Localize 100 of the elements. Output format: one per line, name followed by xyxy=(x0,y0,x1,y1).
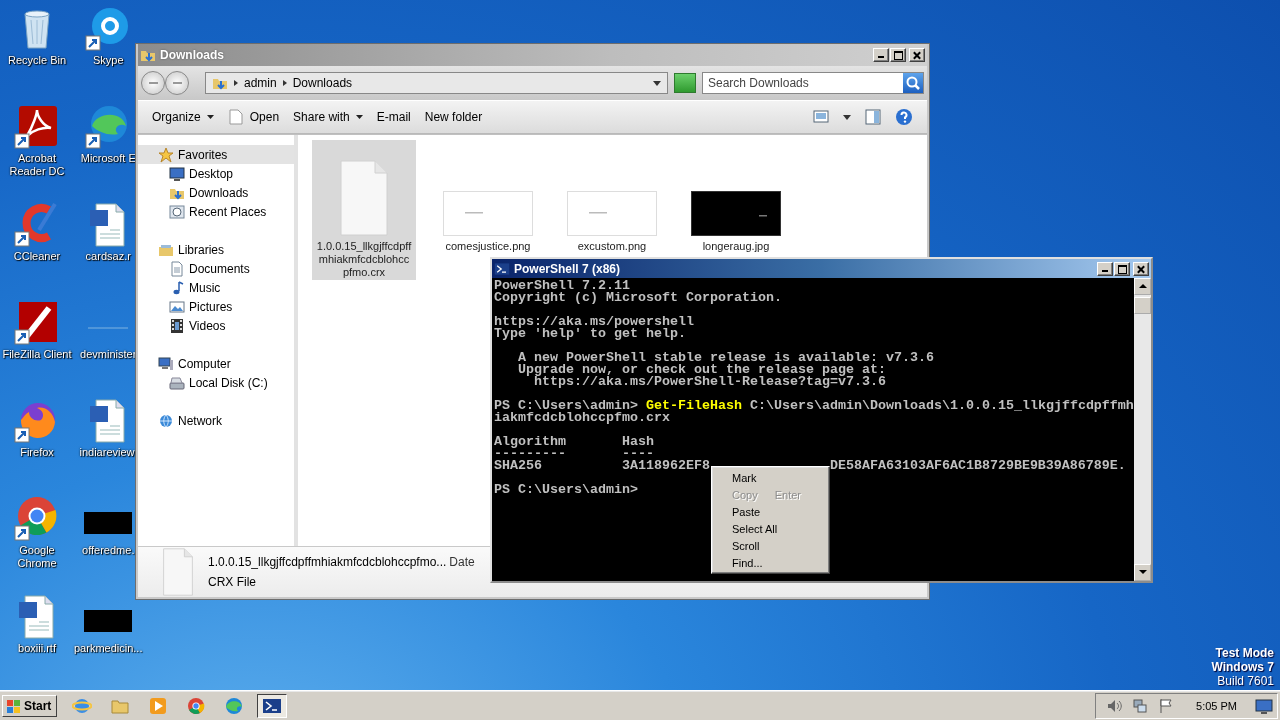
icon-label[interactable]: Google Chrome xyxy=(1,544,73,570)
back-button[interactable] xyxy=(141,71,165,95)
forward-button[interactable] xyxy=(165,71,189,95)
file-name: 1.0.0.15_llkgjffcdpffmhiakmfcdcblohccpfmo... xyxy=(208,555,447,569)
icon-label[interactable]: Skype xyxy=(92,54,124,67)
icon-label[interactable]: cardsaz.r xyxy=(85,250,131,263)
breadcrumb-item[interactable]: Downloads xyxy=(292,76,353,90)
toolbar-button[interactable]: Open xyxy=(221,106,286,128)
nav-item[interactable]: Favorites xyxy=(138,145,294,164)
nav-item[interactable]: Desktop xyxy=(138,164,294,183)
star-icon xyxy=(158,146,174,163)
console-command: PS C:\Users\admin> Get-FileHash C:\Users\admin\Downloads\1.0.0.15_llkgjffcdpffmhiakmfcdcblohccpfmo.crx xyxy=(494,400,1135,424)
table-cell: DE58AFA63103AF6AC1B8729BE9B39A86789E. xyxy=(829,460,1126,472)
menu-item[interactable]: Mark xyxy=(714,469,827,486)
refresh-button[interactable] xyxy=(674,73,696,93)
console-line: Type 'help' to get help. xyxy=(494,328,686,340)
file-item[interactable]: longeraug.jpg xyxy=(684,140,788,253)
nav-item[interactable]: Network xyxy=(138,411,294,430)
document-icon xyxy=(169,260,185,277)
menu-item[interactable]: Find... xyxy=(714,554,827,571)
column-rule: --------- xyxy=(494,448,567,460)
console-line: Upgrade now, or check out the release page at: xyxy=(517,364,886,376)
window-title: PowerShell 7 (x86) xyxy=(514,261,622,276)
dropdown-icon[interactable] xyxy=(653,80,661,86)
edition-mode: Test Mode xyxy=(1215,646,1274,660)
caret-icon xyxy=(355,115,363,119)
icon-label[interactable]: indiareview. xyxy=(79,446,137,459)
toolbar-button[interactable]: E-mail xyxy=(370,107,417,127)
column-header: Algorithm xyxy=(494,436,567,448)
wave-logo-icon xyxy=(224,695,245,716)
nav-item[interactable]: Computer xyxy=(138,354,294,373)
chevron-icon xyxy=(233,78,239,88)
icon-label[interactable]: Microsoft E xyxy=(80,152,136,165)
table-cell-text: SHA256 xyxy=(494,460,543,472)
close-button[interactable] xyxy=(1133,261,1149,276)
close-button[interactable] xyxy=(909,48,925,62)
maximize-button[interactable] xyxy=(890,48,906,62)
icon-label[interactable]: Acrobat Reader DC xyxy=(1,152,73,178)
toolbar-button[interactable]: Organize xyxy=(146,107,220,127)
breadcrumb-item[interactable]: admin xyxy=(244,76,277,90)
terminal-icon xyxy=(494,260,510,277)
chevron-icon xyxy=(281,78,288,88)
flag-icon[interactable] xyxy=(1158,697,1175,714)
column-header: Hash xyxy=(621,436,654,448)
icon-label[interactable]: devminister xyxy=(80,348,137,361)
minimize-button[interactable] xyxy=(1097,261,1113,276)
scrollbar[interactable] xyxy=(1134,278,1152,581)
file-item[interactable]: excustom.png xyxy=(560,140,664,253)
globe-icon xyxy=(158,412,174,429)
show-desktop-icon[interactable] xyxy=(1255,696,1273,715)
help-icon[interactable] xyxy=(895,108,913,126)
table-cell: 3A118962EF8 xyxy=(621,460,710,472)
nav-item[interactable]: Music xyxy=(138,278,294,297)
minimize-button[interactable] xyxy=(873,48,889,62)
page-icon xyxy=(227,109,244,125)
disk-drive-icon xyxy=(169,374,185,391)
console-line: A new PowerShell stable release is available: v7.3.6 xyxy=(517,352,934,364)
nav-item[interactable]: Pictures xyxy=(138,297,294,316)
console-prompt: PS C:\Users\admin> xyxy=(494,484,638,496)
window-title: Downloads xyxy=(160,48,225,62)
search-field[interactable]: Search Downloads xyxy=(702,72,924,94)
file-type: CRX File xyxy=(208,575,257,589)
icon-label[interactable]: CCleaner xyxy=(13,250,61,263)
picture-icon xyxy=(169,298,185,315)
clock: 5:05 PM xyxy=(1196,699,1237,712)
menu-item[interactable]: Paste xyxy=(714,503,827,520)
console-line: Copyright (c) Microsoft Corporation. xyxy=(494,292,782,304)
taskbar-button[interactable] xyxy=(257,693,288,718)
network-icon[interactable] xyxy=(1132,697,1149,714)
circle-logo-icon xyxy=(186,695,207,716)
nav-item[interactable]: Documents xyxy=(138,259,294,278)
os-name: Windows 7 xyxy=(1211,660,1274,674)
column-rule: ---- xyxy=(621,448,654,460)
nav-item[interactable]: Downloads xyxy=(138,183,294,202)
build-number: Build 7601 xyxy=(1217,674,1274,688)
nav-item[interactable]: Libraries xyxy=(138,240,294,259)
monitor-icon xyxy=(169,165,185,182)
toolbar-button[interactable]: New folder xyxy=(418,107,489,127)
toolbar-button[interactable]: Share with xyxy=(287,107,369,127)
dropdown-icon[interactable] xyxy=(843,114,851,120)
flag-logo-icon xyxy=(6,697,21,714)
nav-item[interactable]: Local Disk (C:) xyxy=(138,373,294,392)
document-icon xyxy=(340,160,388,236)
search-button[interactable] xyxy=(903,73,923,93)
menu-item[interactable]: Select All xyxy=(714,520,827,537)
file-item[interactable]: 1.0.0.15_llkgjffcdpffmhiakmfcdcblohccpfmo.crx xyxy=(312,140,416,280)
icon-label[interactable]: Firefox xyxy=(20,446,54,459)
file-item[interactable]: comesjustice.png xyxy=(436,140,540,253)
console-line: https://aka.ms/powershell xyxy=(494,316,694,328)
play-icon xyxy=(148,695,169,716)
icon-label[interactable]: Recycle Bin xyxy=(7,54,67,67)
address-bar[interactable]: admin Downloads xyxy=(205,72,668,94)
nav-item[interactable]: Videos xyxy=(138,316,294,335)
field-label: Date xyxy=(449,555,475,569)
nav-item[interactable]: Recent Places xyxy=(138,202,294,221)
maximize-button[interactable] xyxy=(1114,261,1130,276)
start-button[interactable]: Start xyxy=(2,694,58,717)
menu-item[interactable]: Scroll xyxy=(714,537,827,554)
icon-label[interactable]: FileZilla Client xyxy=(2,348,72,361)
film-icon xyxy=(169,317,185,334)
